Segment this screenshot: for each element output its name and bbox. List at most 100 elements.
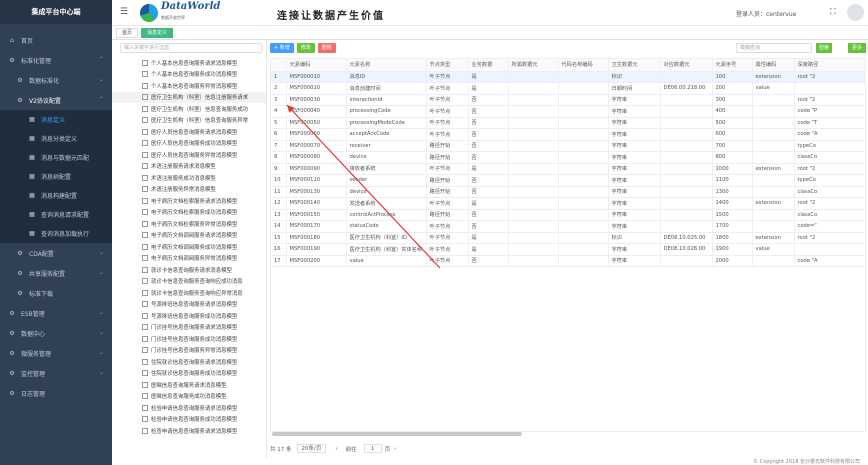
more-button[interactable]: 更多 [848,43,866,53]
sidebar-item-home[interactable]: ⌂ 首页 [0,30,112,50]
page-number-input[interactable]: 1 [363,444,382,453]
column-header[interactable]: 节点类型 [426,59,469,72]
table-row[interactable]: 1 MSF000010 消息ID 叶子节点是 标识 100 extension root "2 [271,71,865,83]
tree-node[interactable]: 电子病历文档检索服务请求消息模型 [112,195,266,207]
column-header[interactable]: 深度路径 [794,59,865,72]
tree-node[interactable]: 医疗卫生机构（科室）信息查询服务成功 [112,103,266,115]
sidebar-item-v2-config[interactable]: ⚙ V2协议配置 ⌃ [0,90,112,110]
table-row[interactable]: 12 MSF000140 发送者系统 叶子节点是 字符串 1400 extension roo… [271,197,865,210]
table-row[interactable]: 17 MSF000200 value 叶子节点否 字符串 2000 code "A [271,255,865,267]
tree-node[interactable]: 就诊卡信息查询服务查询响应成功消息 [112,276,266,288]
sidebar-item-data-center[interactable]: ⚙ 数据中心 ⌄ [0,323,112,343]
table-row[interactable]: 2 MSF000020 消息创建时间 叶子节点是 日期时间 DE06.00.218.00 2… [271,82,865,95]
tree-node[interactable]: 门诊挂号信息查询服务异常消息模型 [112,345,266,357]
table-cell: extension [752,232,795,244]
tree-node[interactable]: 个人基本信息查询服务异常消息模型 [112,80,266,92]
tree-node[interactable]: 电子病历文档调阅服务成功消息模型 [112,241,266,253]
tree-node[interactable]: 号源排班信息查询服务成功消息模型 [112,310,266,322]
table-row[interactable]: 7 MSF000070 receiver 路径开始否 字符串 700 typeCo [271,140,865,152]
sidebar-item-esb[interactable]: ⚙ ESB管理 ⌄ [0,303,112,323]
tree-node[interactable]: 医嘱信息查询服务请求消息模型 [112,379,266,391]
tree-node[interactable]: 术语注册服务成功消息模型 [112,172,266,184]
tree-node[interactable]: 医嘱信息查询服务成功消息模型 [112,391,266,403]
sidebar-item-message-match[interactable]: ▦ 消息与数据元匹配 [0,148,112,167]
sidebar-item-microservice[interactable]: ⚙ 微服务管理 ⌄ [0,343,112,363]
tree-node[interactable]: 检验申请信息查询服务成功消息模型 [112,414,266,426]
table-row[interactable]: 3 MSF000030 interactionId 叶子节点否 字符串 300 root "… [271,94,865,106]
tree-node[interactable]: 个人基本信息查询服务成功消息模型 [112,69,266,81]
edit-button[interactable]: 修改 [296,43,315,53]
tag-home[interactable]: 首页 [116,27,139,38]
fullscreen-icon[interactable]: ⛶ [830,7,836,17]
sidebar-item-query-exec[interactable]: ▦ 查询消息加载执行 [0,224,112,243]
table-row[interactable]: 4 MSF000040 processingCode 叶子节点否 字符串 400 code … [271,105,865,118]
table-row[interactable]: 11 MSF000130 device 路径开始否 字符串 1300 classCo [271,186,865,198]
tree-node[interactable]: 电子病历文档检索服务异常消息模型 [112,218,266,230]
table-row[interactable]: 13 MSF000150 controlActProcess 路径开始否 字符串 1500… [271,209,865,221]
sidebar-item-standard[interactable]: ⚙ 标准化管理 ⌃ [0,50,112,70]
tree-node[interactable]: 电子病历文档检索服务成功消息模型 [112,207,266,219]
column-header[interactable]: 代码名称编码 [558,59,609,72]
tree-node[interactable]: 医疗人员信息查询服务异常消息模型 [112,149,266,161]
sidebar-item-message-define[interactable]: ▦ 消息定义 [0,110,112,129]
column-header[interactable]: 所属数据元 [508,59,559,72]
column-header[interactable]: 元素序号 [712,59,753,72]
column-header[interactable]: 属性编码 [752,59,795,72]
table-row[interactable]: 8 MSF000080 device 路径开始否 字符串 800 classCo [271,151,865,164]
sidebar-item-cda[interactable]: ⚙ CDA配置 ⌄ [0,243,112,263]
tree-node[interactable]: 医疗人员信息查询服务请求消息模型 [112,126,266,138]
sidebar-item-share-service[interactable]: ⚙ 共享服务配置 ⌄ [0,263,112,283]
sidebar-item-query-request[interactable]: ▦ 查询消息请求配置 [0,205,112,224]
column-header[interactable]: 对应数据元 [660,59,713,72]
column-header[interactable]: 卫生数据元 [608,59,661,72]
tree-node[interactable]: 医疗卫生机构（科室）信息注册服务请求 [112,91,266,103]
tree-node[interactable]: 术语注册服务异常消息模型 [112,184,266,196]
table-row[interactable]: 15 MSF000180 医疗卫生机构（科室）ID 叶子节点是 标识 DE08.10.02… [271,232,865,244]
column-header[interactable]: 业务数据 [468,59,509,72]
tree-node[interactable]: 就诊卡信息查询服务查询响应异常消息 [112,287,266,299]
column-header[interactable]: 元素名称 [346,59,427,72]
tree-filter-input[interactable]: 输入关键字进行过滤 [120,43,262,53]
tree-node[interactable]: 电子病历文档调阅服务异常消息模型 [112,253,266,265]
tree-node[interactable]: 住院就诊信息查询服务成功消息模型 [112,368,266,380]
add-button[interactable]: + 新增 [270,43,294,53]
table-row[interactable]: 10 MSF000110 sender 路径开始否 字符串 1100 typeCo [271,174,865,187]
tree-node[interactable]: 检验申请信息查询服务请求消息模型 [112,402,266,414]
tree-node[interactable]: 电子病历文档调阅服务请求消息模型 [112,230,266,242]
menu-toggle-icon[interactable]: ☰ [120,7,128,17]
table-row[interactable]: 9 MSF000090 接收者系统 叶子节点是 字符串 1000 extension root… [271,163,865,175]
sidebar-item-monitor[interactable]: ⚙ 监控管理 ⌄ [0,363,112,383]
page-size-select[interactable]: 20条/页 [296,444,327,453]
tag-message-define[interactable]: 消息定义 [141,27,174,38]
tree-node[interactable]: 术语注册服务请求消息模型 [112,161,266,173]
next-page-button[interactable]: › [394,446,396,452]
table-row[interactable]: 5 MSF000050 processingModeCode 叶子节点否 字符串 500 c… [271,117,865,129]
tree-node[interactable]: 住院就诊信息查询服务请求消息模型 [112,356,266,368]
sidebar-item-message-category[interactable]: ▦ 消息分类定义 [0,129,112,148]
table-row[interactable]: 6 MSF000060 acceptAckCode 叶子节点否 字符串 600 code "… [271,128,865,141]
tree-node[interactable]: 号源排班信息查询服务请求消息模型 [112,299,266,311]
table-row[interactable]: 16 MSF000190 医疗卫生机构（科室）实体名称 叶子节点是 字符串 DE08.10… [271,243,865,256]
column-header[interactable] [271,59,287,72]
fuzzy-search-input[interactable]: 模糊查询 [736,43,812,53]
sidebar-item-message-tree[interactable]: ▦ 消息树配置 [0,167,112,186]
page-suffix: 页 [384,446,391,453]
tree-node[interactable]: 检查申请信息查询服务请求消息模型 [112,425,266,437]
tree-node[interactable]: 个人基本信息查询服务请求消息模型 [112,57,266,69]
table-horizontal-scrollbar[interactable] [272,432,522,436]
tree-node[interactable]: 门诊挂号信息查询服务成功消息模型 [112,333,266,345]
tree-node[interactable]: 医疗人员信息查询服务成功消息模型 [112,138,266,150]
tree-node[interactable]: 就诊卡信息查询服务请求消息模型 [112,264,266,276]
table-row[interactable]: 14 MSF000170 statusCode 叶子节点否 字符串 1700 code=" [271,220,865,233]
sidebar-item-log[interactable]: ⚙ 日志管理 [0,383,112,403]
sidebar-item-data-standard[interactable]: ⚙ 数据标准化 ⌄ [0,70,112,90]
tree-node[interactable]: 医疗卫生机构（科室）信息查询服务异常 [112,115,266,127]
search-button[interactable]: 检索 [816,43,833,53]
column-header[interactable]: 元素编码 [286,59,347,72]
avatar[interactable] [847,4,864,21]
tree-node[interactable]: 门诊挂号信息查询服务请求消息模型 [112,322,266,334]
sidebar-item-download[interactable]: ⚙ 标准下载 [0,283,112,303]
prev-page-button[interactable]: ‹ [335,446,337,452]
sidebar-item-message-build[interactable]: ▦ 消息构建配置 [0,186,112,205]
delete-button[interactable]: 删除 [317,43,336,53]
